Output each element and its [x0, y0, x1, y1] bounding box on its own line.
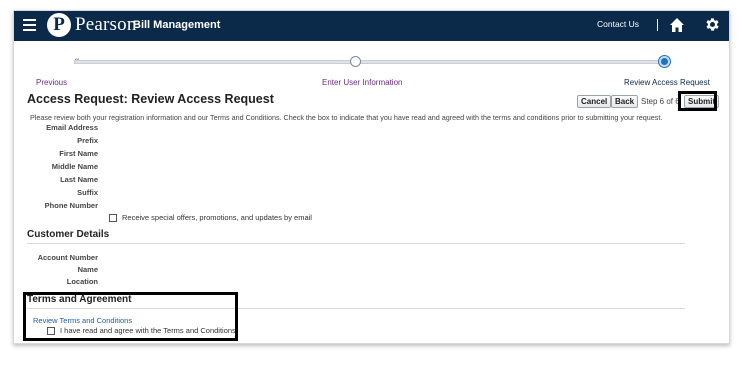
suffix-label: Suffix: [77, 188, 98, 197]
account-number-label: Account Number: [37, 253, 98, 262]
customer-details-heading: Customer Details: [27, 229, 110, 240]
product-name: Bill Management: [133, 19, 221, 31]
first-name-label: First Name: [59, 149, 98, 158]
special-offers-checkbox[interactable]: [109, 214, 117, 222]
progress-train-track: [74, 60, 666, 64]
email-address-label: Email Address: [46, 123, 98, 132]
pearson-logo-icon: P: [47, 13, 71, 37]
current-step-label: Review Access Request: [624, 78, 710, 87]
train-step-enter-user-info[interactable]: [350, 56, 361, 67]
contact-us-link[interactable]: Contact Us: [597, 19, 639, 29]
train-step-review-access-request: [659, 56, 670, 67]
special-offers-label: Receive special offers, promotions, and …: [122, 213, 312, 222]
enter-user-information-link[interactable]: Enter User Information: [322, 78, 402, 87]
header-divider: [657, 19, 658, 31]
step-indicator: Step 6 of 6: [641, 97, 680, 106]
previous-link[interactable]: Previous: [36, 78, 67, 87]
gear-icon[interactable]: [704, 16, 721, 33]
back-button[interactable]: Back: [611, 95, 639, 108]
menu-icon[interactable]: [23, 19, 36, 32]
customer-name-label: Name: [77, 265, 98, 274]
instructions-text: Please review both your registration inf…: [30, 113, 663, 122]
home-icon[interactable]: [669, 17, 685, 33]
submit-highlight-box: [678, 91, 717, 111]
top-navigation-bar: P Pearson Bill Management Contact Us: [14, 11, 729, 41]
location-label: Location: [66, 277, 98, 286]
brand-name: Pearson: [75, 14, 137, 35]
cancel-button[interactable]: Cancel: [577, 95, 612, 108]
last-name-label: Last Name: [60, 175, 98, 184]
phone-number-label: Phone Number: [44, 201, 98, 210]
terms-highlight-box: [23, 292, 238, 341]
page-title: Access Request: Review Access Request: [27, 92, 274, 106]
prefix-label: Prefix: [77, 136, 98, 145]
customer-details-divider: [27, 243, 685, 244]
middle-name-label: Middle Name: [51, 162, 98, 171]
app-window: P Pearson Bill Management Contact Us « P…: [13, 10, 730, 344]
